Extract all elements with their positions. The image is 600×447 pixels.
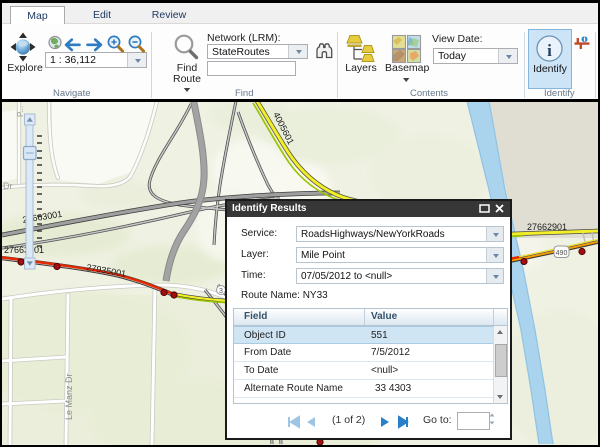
svg-text:490: 490: [556, 250, 568, 257]
svg-text:27662901: 27662901: [527, 222, 567, 232]
svg-text:Le Manz Dr: Le Manz Dr: [64, 373, 74, 420]
svg-text:Dr: Dr: [3, 181, 13, 191]
svg-text:3: 3: [219, 288, 223, 295]
svg-text:P...: P...: [16, 106, 25, 117]
